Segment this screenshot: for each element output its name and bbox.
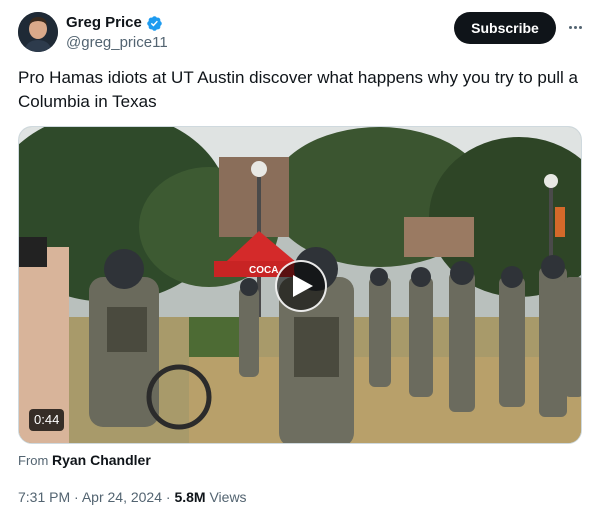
play-icon[interactable]	[275, 260, 327, 312]
tweet-text: Pro Hamas idiots at UT Austin discover w…	[18, 68, 579, 111]
video-source: From Ryan Chandler	[18, 452, 151, 469]
meta-separator: ·	[74, 489, 79, 505]
more-options-icon[interactable]	[564, 16, 586, 38]
tweet-header: Greg Price @greg_price11 Subscribe	[18, 12, 586, 54]
source-author-link[interactable]: Ryan Chandler	[52, 452, 151, 468]
subscribe-button[interactable]: Subscribe	[454, 12, 556, 44]
meta-separator-2: ·	[165, 489, 171, 505]
video-player[interactable]: COCA 0:44	[18, 126, 582, 444]
author-display-name[interactable]: Greg Price	[66, 13, 142, 33]
tweet-time[interactable]: 7:31 PM	[18, 489, 70, 505]
author-handle[interactable]: @greg_price11	[66, 33, 168, 53]
views-count: 5.8M	[174, 489, 206, 505]
tent-text: COCA	[249, 265, 278, 276]
avatar[interactable]	[18, 12, 58, 52]
video-duration: 0:44	[29, 409, 65, 431]
views-label: Views	[209, 489, 247, 505]
verified-badge-icon	[146, 15, 163, 32]
tweet-date[interactable]: Apr 24, 2024	[82, 489, 162, 505]
tweet-meta: 7:31 PM · Apr 24, 2024 · 5.8M Views	[18, 488, 247, 506]
author-names: Greg Price @greg_price11	[66, 13, 168, 53]
source-prefix: From	[18, 453, 49, 468]
